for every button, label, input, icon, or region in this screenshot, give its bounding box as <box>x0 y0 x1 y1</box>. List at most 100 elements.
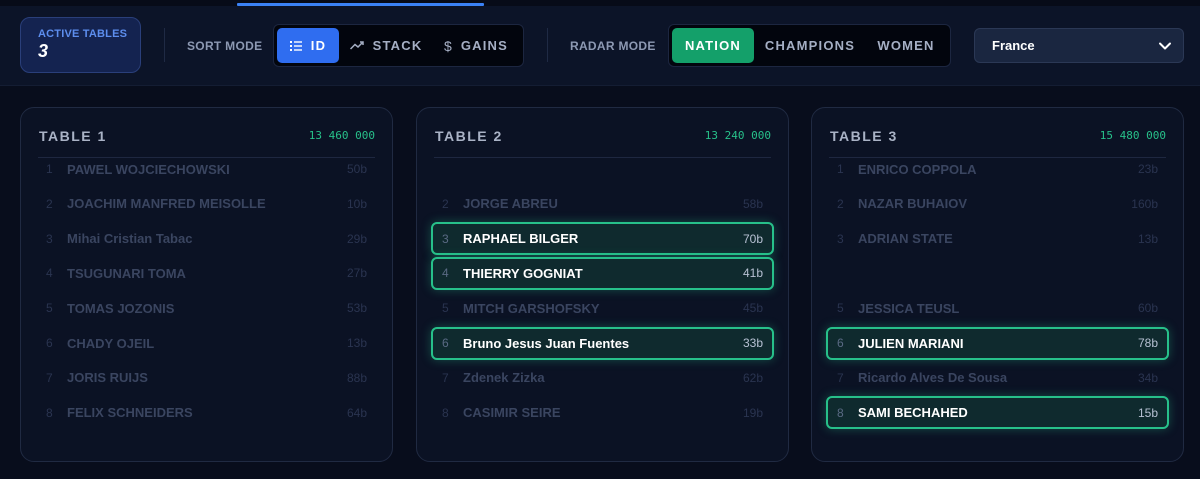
player-seat: 2 <box>837 196 844 211</box>
player-row[interactable]: 8 FELIX SCHNEIDERS 64b <box>35 396 378 429</box>
player-stack: 88b <box>346 370 367 385</box>
country-select-value: France <box>992 38 1035 53</box>
player-row[interactable]: 3 ADRIAN STATE 13b <box>826 222 1169 255</box>
player-seat: 6 <box>837 336 844 350</box>
player-row[interactable]: 4 TSUGUNARI TOMA 27b <box>35 257 378 290</box>
player-seat: 8 <box>837 405 844 420</box>
player-stack: 41b <box>742 266 763 281</box>
player-name: ADRIAN STATE <box>858 231 953 247</box>
player-seat: 1 <box>46 162 53 176</box>
player-stack: 15b <box>1137 405 1158 420</box>
sort-mode-label: SORT MODE <box>187 39 263 53</box>
radar-nation-button[interactable]: NATION <box>672 28 754 63</box>
player-row[interactable]: 6 JULIEN MARIANI 78b <box>826 326 1169 360</box>
player-seat: 3 <box>442 231 449 246</box>
sort-mode-segmented-control: ID STACK $ GAINS <box>273 24 524 67</box>
player-stack: 27b <box>346 266 367 281</box>
player-name: THIERRY GOGNIAT <box>463 265 583 281</box>
player-stack: 33b <box>742 336 763 350</box>
player-seat: 5 <box>837 301 844 316</box>
player-stack: 60b <box>1137 301 1158 316</box>
trend-icon <box>349 41 364 50</box>
player-seat: 7 <box>46 370 53 385</box>
header-divider <box>547 28 548 62</box>
player-stack: 62b <box>742 370 763 385</box>
player-row[interactable]: 7 Zdenek Zizka 62b <box>431 361 774 394</box>
sort-gains-button[interactable]: $ GAINS <box>433 28 519 63</box>
player-name: Zdenek Zizka <box>463 370 545 386</box>
player-name: CHADY OJEIL <box>67 335 155 351</box>
player-stack: 19b <box>742 405 763 420</box>
player-row[interactable]: 2 JOACHIM MANFRED MEISOLLE 10b <box>35 187 378 220</box>
list-icon <box>289 40 302 51</box>
player-row[interactable]: 2 NAZAR BUHAIOV 160b <box>826 187 1169 220</box>
player-stack: 29b <box>346 231 367 246</box>
active-tables-card: ACTIVE TABLES 3 <box>20 17 141 73</box>
player-stack: 70b <box>742 231 763 246</box>
player-seat: 3 <box>46 231 53 246</box>
table-title: TABLE 3 <box>830 128 898 144</box>
player-stack: 160b <box>1131 196 1158 211</box>
player-row[interactable]: 1 PAWEL WOJCIECHOWSKI 50b <box>35 153 378 186</box>
table-card: TABLE 2 13 240 000 2 JORGE ABREU 58b 3 RAPHAEL… <box>416 107 789 462</box>
player-row[interactable]: 8 CASIMIR SEIRE 19b <box>431 396 774 429</box>
sort-id-button[interactable]: ID <box>277 28 339 63</box>
radar-women-button[interactable]: WOMEN <box>866 28 946 63</box>
player-row[interactable]: 3 Mihai Cristian Tabac 29b <box>35 222 378 255</box>
player-seat: 1 <box>837 162 844 176</box>
player-seat: 5 <box>46 301 53 316</box>
player-name: JORGE ABREU <box>463 196 558 212</box>
player-seat: 2 <box>46 196 53 211</box>
table-divider <box>434 157 771 158</box>
player-row[interactable]: 5 MITCH GARSHOFSKY 45b <box>431 292 774 325</box>
sort-gains-label: GAINS <box>460 38 508 53</box>
player-seat: 4 <box>442 266 449 281</box>
player-stack: 45b <box>742 301 763 316</box>
player-row[interactable]: 7 Ricardo Alves De Sousa 34b <box>826 361 1169 394</box>
sort-stack-button[interactable]: STACK <box>342 28 430 63</box>
header-bar: ACTIVE TABLES 3 SORT MODE ID STACK $ GAI… <box>0 6 1200 86</box>
player-row[interactable]: 7 JORIS RUIJS 88b <box>35 361 378 394</box>
active-tables-value: 3 <box>38 41 49 61</box>
player-stack: 78b <box>1137 336 1158 350</box>
player-name: TSUGUNARI TOMA <box>67 265 186 281</box>
radar-champions-button[interactable]: CHAMPIONS <box>757 28 863 63</box>
player-name: SAMI BECHAHED <box>858 405 968 421</box>
dollar-icon: $ <box>444 37 452 54</box>
player-name: JESSICA TEUSL <box>858 300 960 316</box>
radar-mode-label: RADAR MODE <box>570 39 656 53</box>
player-stack: 50b <box>346 162 367 176</box>
header-divider <box>164 28 165 62</box>
chevron-down-icon <box>1158 39 1172 56</box>
player-seat: 8 <box>46 405 53 420</box>
player-seat: 5 <box>442 301 449 316</box>
player-name: JORIS RUIJS <box>67 370 148 386</box>
player-name: Bruno Jesus Juan Fuentes <box>463 335 630 351</box>
player-row[interactable]: 4 THIERRY GOGNIAT 41b <box>431 256 774 290</box>
player-name: Mihai Cristian Tabac <box>67 231 193 247</box>
player-seat: 4 <box>46 266 53 281</box>
player-name: FELIX SCHNEIDERS <box>67 405 193 421</box>
player-row[interactable]: 1 ENRICO COPPOLA 23b <box>826 153 1169 186</box>
country-select[interactable]: France <box>974 28 1184 63</box>
player-stack: 58b <box>742 196 763 211</box>
player-name: NAZAR BUHAIOV <box>858 196 968 212</box>
player-stack: 64b <box>346 405 367 420</box>
player-stack: 23b <box>1137 162 1158 176</box>
player-row[interactable]: 6 Bruno Jesus Juan Fuentes 33b <box>431 326 774 360</box>
table-title: TABLE 2 <box>435 128 503 144</box>
player-stack: 13b <box>346 336 367 350</box>
player-row[interactable]: 6 CHADY OJEIL 13b <box>35 327 378 360</box>
player-name: JULIEN MARIANI <box>858 335 964 351</box>
player-row[interactable]: 2 JORGE ABREU 58b <box>431 187 774 220</box>
player-name: RAPHAEL BILGER <box>463 231 579 247</box>
player-row[interactable]: 8 SAMI BECHAHED 15b <box>826 396 1169 430</box>
radar-mode-segmented-control: NATION CHAMPIONS WOMEN <box>668 24 951 67</box>
player-seat: 7 <box>837 370 844 385</box>
player-seat: 6 <box>46 336 53 350</box>
player-row[interactable]: 5 JESSICA TEUSL 60b <box>826 292 1169 325</box>
player-name: JOACHIM MANFRED MEISOLLE <box>67 196 266 212</box>
player-row[interactable]: 5 TOMAS JOZONIS 53b <box>35 292 378 325</box>
player-seat: 3 <box>837 231 844 246</box>
player-row[interactable]: 3 RAPHAEL BILGER 70b <box>431 222 774 256</box>
